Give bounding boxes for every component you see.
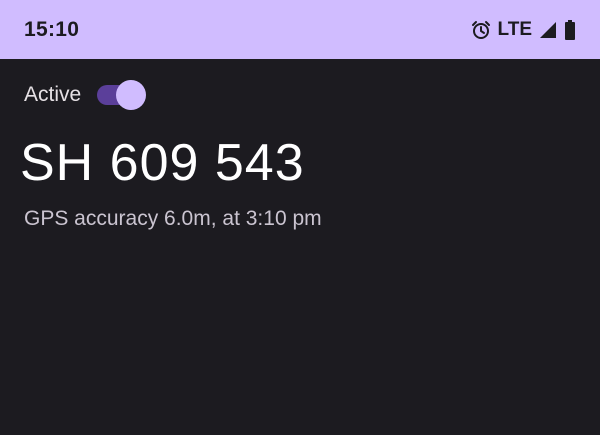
status-time: 15:10: [24, 17, 80, 41]
gps-accuracy-text: GPS accuracy 6.0m, at 3:10 pm: [24, 207, 322, 230]
active-row: Active: [24, 79, 147, 111]
toggle-thumb: [116, 80, 147, 110]
status-icons: LTE: [471, 19, 576, 41]
battery-icon: [564, 19, 576, 40]
alarm-icon: [471, 20, 491, 40]
grid-reference: SH 609 543: [20, 134, 305, 192]
network-type: LTE: [497, 18, 532, 40]
active-label: Active: [24, 83, 82, 106]
status-bar: 15:10 LTE: [0, 0, 600, 59]
active-toggle[interactable]: [97, 79, 147, 111]
signal-icon: [539, 21, 557, 39]
main-content: Active SH 609 543 GPS accuracy 6.0m, at …: [0, 59, 600, 435]
